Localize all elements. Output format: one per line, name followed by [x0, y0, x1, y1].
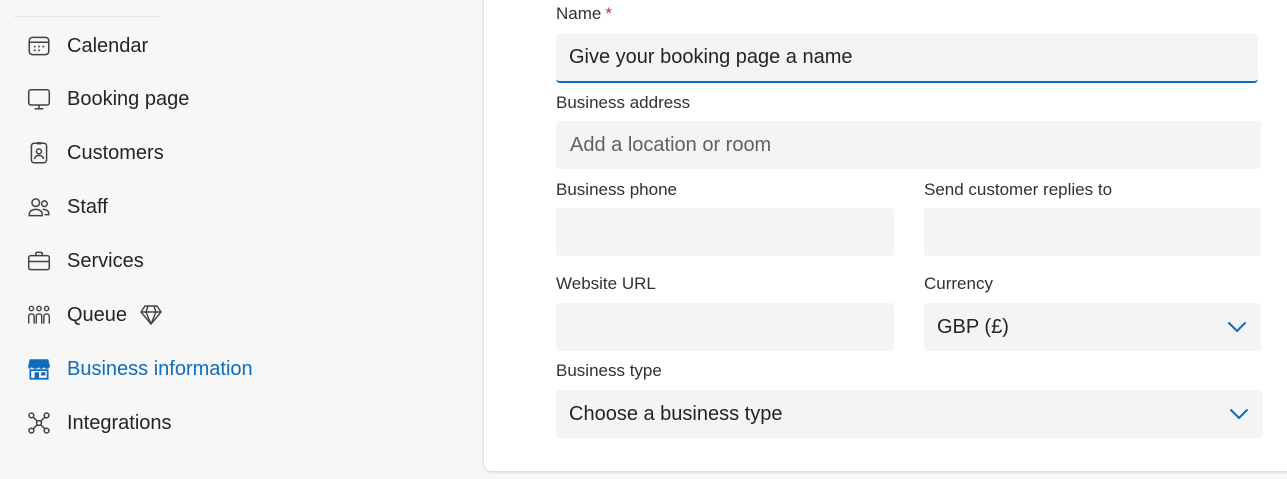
calendar-icon [24, 31, 54, 61]
sidebar-item-customers[interactable]: Customers [24, 133, 164, 173]
website-url-label: Website URL [556, 274, 656, 293]
sidebar-item-label: Booking page [67, 87, 190, 110]
required-asterisk: * [605, 4, 612, 23]
sidebar-item-label: Business information [67, 357, 253, 380]
people-icon [24, 192, 54, 222]
name-input[interactable]: Give your booking page a name [556, 34, 1258, 83]
currency-select[interactable]: GBP (£) [924, 303, 1261, 351]
address-placeholder: Add a location or room [570, 133, 772, 156]
sidebar-item-label: Staff [67, 195, 108, 218]
business-type-select[interactable]: Choose a business type [556, 390, 1263, 438]
sidebar-item-label: Integrations [67, 411, 172, 434]
business-type-label: Business type [556, 361, 662, 380]
contact-card-icon [24, 138, 54, 168]
sidebar-item-queue[interactable]: Queue [24, 295, 163, 335]
currency-value: GBP (£) [937, 315, 1009, 338]
business-address-label: Business address [556, 93, 691, 112]
sidebar-item-label: Customers [67, 141, 164, 164]
sidebar-nav: Calendar Booking page Customers Staff Se… [0, 0, 484, 479]
name-label: Name * [556, 4, 612, 24]
business-address-input[interactable]: Add a location or room [556, 121, 1261, 169]
business-phone-input[interactable] [556, 208, 894, 256]
sidebar-item-booking-page[interactable]: Booking page [24, 79, 189, 119]
send-replies-input[interactable] [924, 208, 1261, 256]
currency-label: Currency [924, 274, 993, 293]
sidebar-item-calendar[interactable]: Calendar [24, 26, 148, 66]
premium-diamond-icon [139, 304, 163, 326]
monitor-icon [24, 84, 54, 114]
sidebar-item-label: Calendar [67, 34, 149, 57]
business-information-form: Name * Give your booking page a name Busi… [484, 0, 1287, 471]
storefront-icon [24, 354, 54, 384]
website-url-input[interactable] [556, 303, 894, 351]
chevron-down-icon [1228, 407, 1250, 421]
sidebar-item-label: Queue [67, 303, 128, 326]
people-queue-icon [24, 300, 54, 330]
name-placeholder: Give your booking page a name [569, 46, 853, 68]
sidebar-item-label: Services [67, 249, 144, 272]
send-replies-label: Send customer replies to [924, 180, 1113, 199]
sidebar-item-staff[interactable]: Staff [24, 187, 108, 227]
sidebar-item-integrations[interactable]: Integrations [24, 403, 172, 443]
business-type-value: Choose a business type [569, 402, 783, 425]
sidebar-item-services[interactable]: Services [24, 241, 144, 281]
name-label-text: Name [556, 4, 602, 23]
sidebar-divider [14, 16, 160, 17]
sidebar-item-business-information[interactable]: Business information [24, 349, 253, 389]
chevron-down-icon [1226, 320, 1248, 334]
business-phone-label: Business phone [556, 180, 677, 199]
integrations-icon [24, 408, 54, 438]
briefcase-icon [24, 246, 54, 276]
